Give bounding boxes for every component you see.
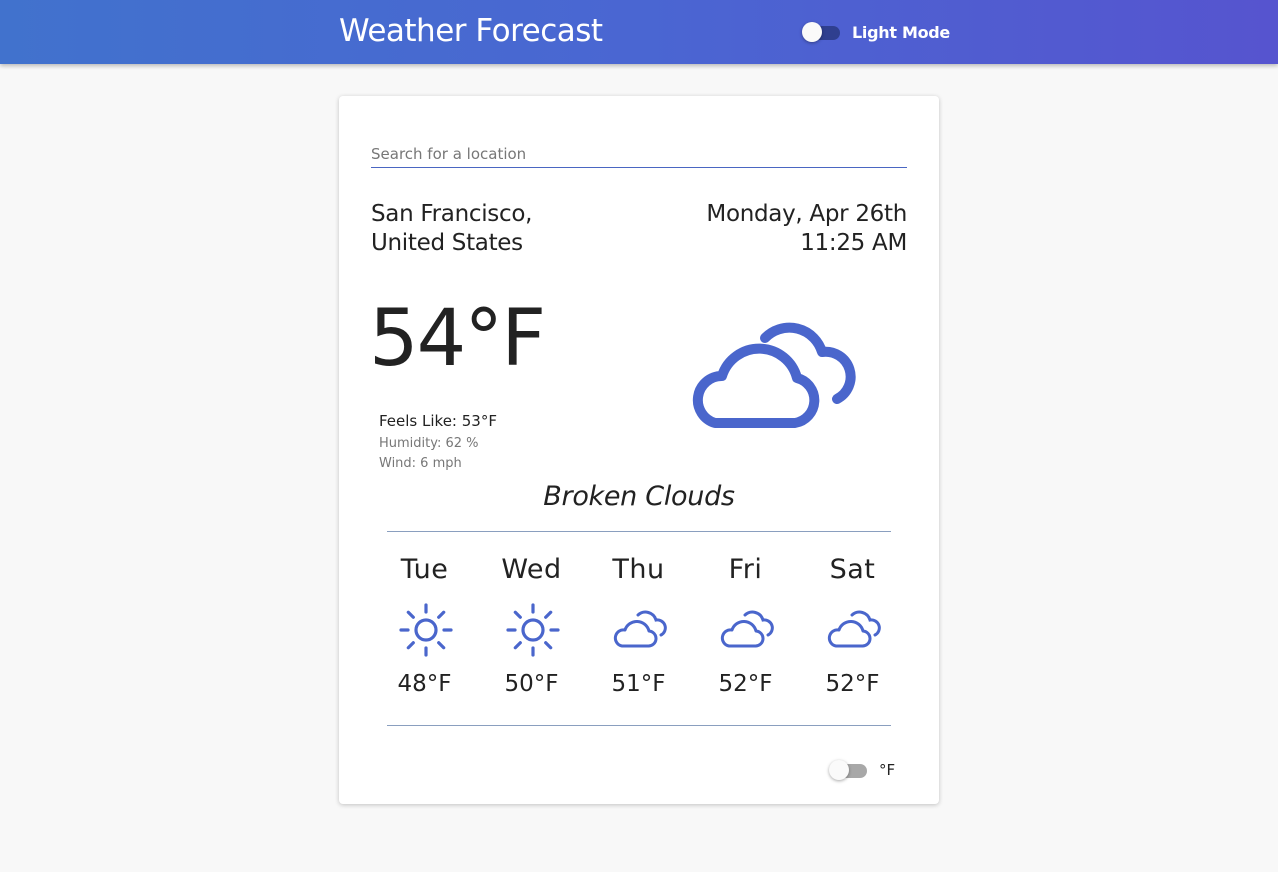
broken-clouds-icon [613,610,667,648]
app-title: Weather Forecast [339,13,603,49]
forecast-day-name: Tue [400,554,449,585]
weather-card: San Francisco, United States Monday, Apr… [339,96,939,804]
light-mode-toggle[interactable] [802,22,842,44]
app-bar: Weather Forecast Light Mode [0,0,1278,64]
forecast-day-name: Thu [612,554,665,585]
weather-condition: Broken Clouds [543,481,735,512]
divider [387,725,891,726]
forecast-temp: 52°F [825,671,880,697]
unit-toggle[interactable] [829,760,869,782]
current-date: Monday, Apr 26th [706,201,907,227]
toggle-knob [829,760,849,780]
toggle-knob [802,22,822,42]
location-country: United States [371,230,523,256]
location: San Francisco, United States [371,200,532,258]
light-mode-label: Light Mode [852,23,950,42]
forecast-day-name: Sat [829,554,876,585]
forecast-day: Wed 50°F [478,552,585,712]
forecast-day: Thu 51°F [585,552,692,712]
forecast-day: Fri 52°F [692,552,799,712]
forecast-temp: 50°F [504,671,559,697]
date-time: Monday, Apr 26th 11:25 AM [706,200,907,258]
daily-forecast: Tue 48°F Wed 50°F Thu 51°F Fri 52°F Sat … [371,552,907,712]
forecast-day: Tue 48°F [371,552,478,712]
location-city: San Francisco, [371,201,533,227]
current-time: 11:25 AM [800,230,907,256]
sun-icon [399,603,453,657]
location-search-input[interactable] [371,140,907,168]
forecast-temp: 51°F [611,671,666,697]
broken-clouds-icon [692,322,856,428]
humidity: Humidity: 62 % [379,436,479,451]
broken-clouds-icon [720,610,774,648]
forecast-temp: 52°F [718,671,773,697]
forecast-day-name: Fri [728,554,763,585]
broken-clouds-icon [827,610,881,648]
current-temperature: 54°F [369,294,546,384]
forecast-day-name: Wed [501,554,562,585]
forecast-temp: 48°F [397,671,452,697]
divider [387,531,891,532]
unit-label: °F [879,761,896,779]
feels-like: Feels Like: 53°F [379,412,497,430]
forecast-day: Sat 52°F [799,552,906,712]
wind-speed: Wind: 6 mph [379,456,462,471]
sun-icon [506,603,560,657]
